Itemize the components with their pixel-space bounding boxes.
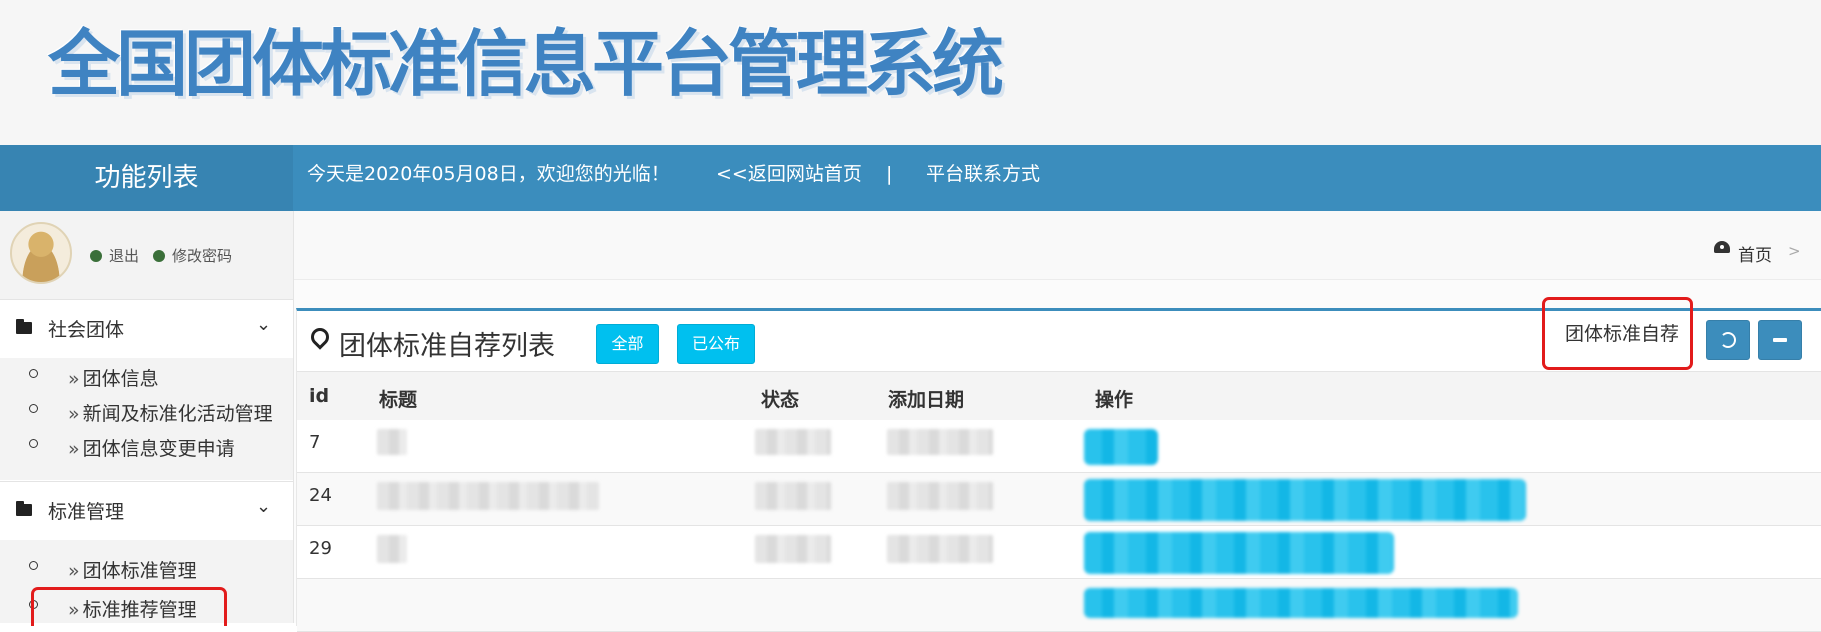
redacted-date (887, 482, 993, 510)
sidebar-group-standards-management[interactable]: 标准管理 ⌄ (0, 481, 293, 540)
double-chevron-icon: » (68, 403, 80, 425)
sidebar-item-info-change-request[interactable]: » 团体信息变更申请 (0, 428, 293, 468)
main-content: 首页 > 团体标准自荐列表 全部 已公布 团体标准自荐 id 标题 状态 添加日… (294, 211, 1821, 632)
map-pin-icon (307, 324, 333, 350)
avatar (10, 222, 72, 284)
redacted-title (377, 429, 407, 455)
refresh-icon (1720, 332, 1736, 348)
logout-label: 退出 (109, 247, 140, 265)
sidebar: 退出 修改密码 社会团体 ⌄ » 团体信息 » 新闻及标准化活动管理 » 团体信息变更… (0, 211, 294, 623)
sidebar-item-label: 团体信息 (82, 368, 159, 390)
panel-title: 团体标准自荐列表 (339, 331, 555, 362)
chevron-down-icon: ⌄ (256, 496, 272, 517)
circle-bullet-icon (29, 439, 38, 448)
logout-link[interactable]: 退出 (90, 245, 139, 266)
sidebar-item-group-standards[interactable]: » 团体标准管理 (0, 550, 293, 590)
column-header-title: 标题 (379, 389, 418, 411)
table-row (297, 579, 1821, 632)
refresh-button[interactable] (1706, 320, 1750, 360)
status-dot-icon (153, 250, 165, 262)
filter-published-button[interactable]: 已公布 (677, 324, 755, 364)
date-greeting: 今天是2020年05月08日，欢迎您的光临！ (307, 163, 670, 185)
circle-bullet-icon (29, 561, 38, 570)
sidebar-group-label: 社会团体 (48, 319, 125, 341)
circle-bullet-icon (29, 404, 38, 413)
chevron-down-icon: ⌄ (256, 314, 272, 335)
breadcrumb-separator: > (1788, 242, 1801, 260)
redacted-date (887, 429, 993, 455)
highlight-box-self-recommend (1542, 297, 1693, 370)
sidebar-submenu-social: » 团体信息 » 新闻及标准化活动管理 » 团体信息变更申请 (0, 358, 293, 480)
sidebar-group-label: 标准管理 (48, 501, 125, 523)
column-header-actions: 操作 (1095, 389, 1134, 411)
redacted-title (377, 535, 407, 563)
sidebar-item-label: 团体信息变更申请 (82, 438, 235, 460)
table-row: 29 (297, 526, 1821, 579)
sidebar-item-news-activities[interactable]: » 新闻及标准化活动管理 (0, 393, 293, 433)
redacted-status (755, 535, 831, 563)
system-title-logo: 全国团体标准信息平台管理系统 (48, 22, 1004, 106)
redacted-title (377, 482, 599, 510)
sidebar-group-social-organization[interactable]: 社会团体 ⌄ (0, 299, 293, 358)
folder-icon (16, 319, 32, 334)
user-panel: 退出 修改密码 (0, 211, 293, 299)
redacted-action-buttons[interactable] (1084, 588, 1518, 618)
sidebar-item-label: 团体标准管理 (82, 560, 197, 582)
column-header-id: id (309, 385, 330, 407)
double-chevron-icon: » (68, 368, 80, 390)
sidebar-item-label: 新闻及标准化活动管理 (82, 403, 273, 425)
circle-bullet-icon (29, 369, 38, 378)
column-header-status: 状态 (761, 389, 800, 411)
dashboard-icon (1714, 241, 1730, 253)
redacted-action-buttons[interactable] (1084, 479, 1526, 521)
top-nav-bar: 功能列表 今天是2020年05月08日，欢迎您的光临！ <<返回网站首页 | 平… (0, 145, 1821, 211)
sidebar-item-organization-info[interactable]: » 团体信息 (0, 358, 293, 398)
redacted-action-button[interactable] (1084, 429, 1158, 465)
breadcrumb: 首页 > (294, 211, 1821, 280)
minus-icon (1773, 338, 1787, 342)
back-to-homepage-link[interactable]: <<返回网站首页 (716, 145, 862, 211)
folder-icon (16, 501, 32, 516)
table-row: 24 (297, 473, 1821, 526)
redacted-status (755, 482, 831, 510)
cell-id: 24 (309, 485, 332, 506)
column-header-date-added: 添加日期 (888, 389, 965, 411)
change-password-link[interactable]: 修改密码 (153, 245, 232, 266)
platform-contact-link[interactable]: 平台联系方式 (926, 145, 1040, 211)
redacted-action-buttons[interactable] (1084, 532, 1394, 574)
table-row: 7 (297, 420, 1821, 473)
highlight-box-recommendation-menu (31, 587, 227, 626)
change-password-label: 修改密码 (172, 247, 233, 265)
redacted-date (887, 535, 993, 563)
cell-id: 7 (309, 432, 321, 453)
site-header: 全国团体标准信息平台管理系统 (0, 0, 1821, 145)
cell-id: 29 (309, 538, 332, 559)
collapse-button[interactable] (1758, 320, 1802, 360)
redacted-status (755, 429, 831, 455)
table-header: id 标题 状态 添加日期 操作 (297, 371, 1821, 421)
double-chevron-icon: » (68, 438, 80, 460)
breadcrumb-home-link[interactable]: 首页 (1738, 241, 1772, 266)
function-list-heading: 功能列表 (0, 145, 293, 211)
nav-separator: | (886, 163, 893, 185)
double-chevron-icon: » (68, 560, 80, 582)
filter-all-button[interactable]: 全部 (596, 324, 659, 364)
status-dot-icon (90, 250, 102, 262)
